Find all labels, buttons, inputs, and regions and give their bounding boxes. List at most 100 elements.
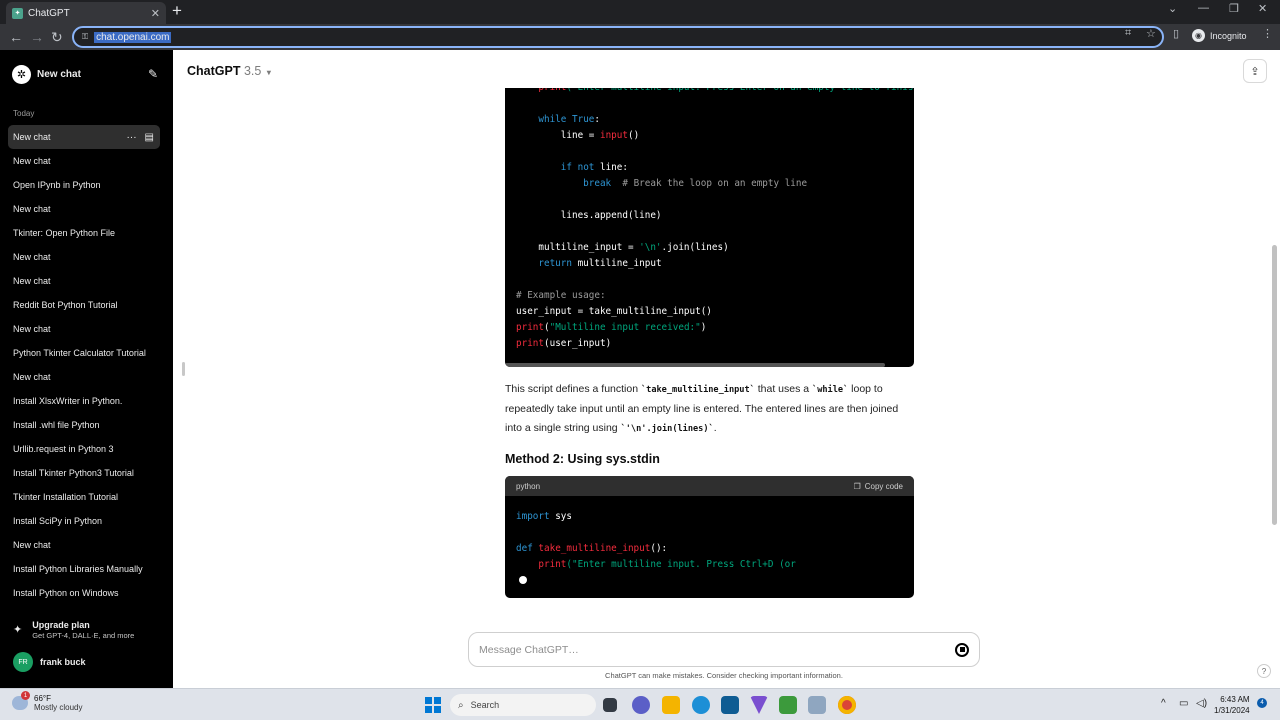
- app-icon[interactable]: [750, 696, 768, 714]
- sidebar-chat-item[interactable]: Install Tkinter Python3 Tutorial: [8, 461, 160, 485]
- sidebar-chat-item[interactable]: Install Python Libraries Manually: [8, 557, 160, 581]
- model-selector[interactable]: ChatGPT 3.5 ▾: [187, 64, 271, 78]
- site-info-icon[interactable]: ⚿: [82, 32, 88, 42]
- sidebar-toggle-handle[interactable]: [182, 362, 185, 376]
- taskbar-search[interactable]: ⌕ Search: [450, 694, 596, 716]
- sidebar-chat-item[interactable]: New chat: [8, 149, 160, 173]
- maximize-button[interactable]: ❐: [1229, 2, 1239, 15]
- network-icon[interactable]: ▭: [1179, 698, 1188, 709]
- chrome-icon[interactable]: [838, 696, 856, 714]
- minimize-button[interactable]: —: [1198, 2, 1209, 14]
- history-section-label: Today: [13, 109, 35, 118]
- start-button[interactable]: [425, 697, 441, 713]
- new-tab-button[interactable]: +: [172, 1, 182, 21]
- notification-badge[interactable]: 4: [1257, 698, 1267, 708]
- sidebar-chat-item[interactable]: Open IPynb in Python: [8, 173, 160, 197]
- back-button[interactable]: ←: [9, 27, 23, 47]
- streaming-cursor: [519, 576, 527, 584]
- weather-condition: Mostly cloudy: [34, 703, 83, 712]
- browser-tab-strip: ✦ ChatGPT ✕ + ⌄ — ❐ ✕: [0, 0, 1280, 24]
- inline-code: `while`: [812, 385, 849, 395]
- volume-icon[interactable]: ◁): [1196, 698, 1207, 709]
- sidebar-chat-item[interactable]: Python Tkinter Calculator Tutorial: [8, 341, 160, 365]
- code-token: sys: [549, 511, 572, 522]
- code-token: if: [560, 162, 572, 173]
- sidebar-chat-item[interactable]: New chat: [8, 317, 160, 341]
- sidebar-chat-item[interactable]: Install SciPy in Python: [8, 509, 160, 533]
- store-icon[interactable]: [721, 696, 739, 714]
- close-window-button[interactable]: ✕: [1258, 2, 1267, 15]
- user-menu[interactable]: FR frank buck: [13, 652, 86, 672]
- sidebar-chat-item[interactable]: Install Python on Windows: [8, 581, 160, 605]
- chat-app-icon[interactable]: [632, 696, 650, 714]
- code-token: input: [599, 130, 628, 141]
- browser-tab[interactable]: ✦ ChatGPT ✕: [6, 2, 166, 24]
- sidebar-chat-label: Reddit Bot Python Tutorial: [13, 300, 118, 310]
- cloud-icon: 1: [12, 691, 30, 710]
- task-view-icon[interactable]: [603, 698, 617, 712]
- code-token: return: [538, 258, 572, 269]
- sidebar-chat-label: Open IPynb in Python: [13, 180, 101, 190]
- sidebar-chat-label: Urllib.request in Python 3: [13, 444, 114, 454]
- copy-code-label: Copy code: [864, 481, 903, 491]
- address-bar[interactable]: ⚿ chat.openai.com: [72, 26, 1164, 48]
- archive-icon[interactable]: ▤: [145, 132, 154, 143]
- bookmark-star-icon[interactable]: ☆: [1146, 27, 1156, 40]
- stop-generating-button[interactable]: [955, 642, 969, 657]
- code-token: "Multiline input received:": [549, 322, 701, 333]
- sidebar-chat-item[interactable]: Install XlsxWriter in Python.: [8, 389, 160, 413]
- copy-code-button[interactable]: ❐ Copy code: [854, 482, 903, 491]
- code-block-header: python ❐ Copy code: [505, 476, 914, 496]
- file-explorer-icon[interactable]: [662, 696, 680, 714]
- sidebar-chat-item[interactable]: New chat: [8, 269, 160, 293]
- sidebar-chat-item[interactable]: New chat: [8, 245, 160, 269]
- sidebar-chat-item[interactable]: New chat: [8, 533, 160, 557]
- sidebar-chat-item[interactable]: Tkinter Installation Tutorial: [8, 485, 160, 509]
- image-editor-icon[interactable]: [779, 696, 797, 714]
- help-button[interactable]: ?: [1257, 664, 1271, 678]
- share-button[interactable]: ⇪: [1243, 59, 1267, 83]
- sidebar-chat-item[interactable]: New chat: [8, 365, 160, 389]
- code-token: ("Enter multiline input. Press Ctrl+D (o…: [566, 559, 796, 570]
- message-input[interactable]: [479, 643, 955, 656]
- side-panel-icon[interactable]: ▯: [1173, 27, 1179, 40]
- code-line: while True:: [516, 112, 914, 128]
- compose-icon[interactable]: ✎: [148, 67, 158, 81]
- reload-button[interactable]: ↻: [51, 27, 63, 47]
- browser-menu-icon[interactable]: ⋮: [1262, 27, 1273, 40]
- close-tab-icon[interactable]: ✕: [151, 7, 160, 20]
- upgrade-plan-button[interactable]: ✦ Upgrade plan Get GPT-4, DALL·E, and mo…: [13, 620, 134, 640]
- sidebar-chat-label: New chat: [13, 372, 51, 382]
- photos-icon[interactable]: [808, 696, 826, 714]
- sidebar-chat-item[interactable]: Install .whl file Python: [8, 413, 160, 437]
- tab-search-icon[interactable]: ⌄: [1168, 2, 1177, 15]
- incognito-indicator[interactable]: ◉ Incognito: [1192, 29, 1247, 42]
- incognito-eye-icon[interactable]: ⌗: [1125, 27, 1131, 40]
- time: 6:43 AM: [1220, 695, 1250, 704]
- windows-logo-icon: [434, 697, 441, 704]
- code-horizontal-scrollbar[interactable]: [505, 363, 885, 367]
- edge-browser-icon[interactable]: [692, 696, 710, 714]
- show-hidden-icons-icon[interactable]: ^: [1161, 698, 1166, 709]
- code-line: print("Enter multiline input. Press Ente…: [516, 88, 914, 96]
- weather-badge: 1: [21, 691, 30, 700]
- forward-button[interactable]: →: [30, 27, 44, 47]
- method-heading: Method 2: Using sys.stdin: [505, 452, 660, 466]
- clock[interactable]: 6:43 AM 1/31/2024: [1214, 694, 1250, 716]
- more-options-icon[interactable]: ···: [127, 132, 137, 143]
- sidebar-chat-item[interactable]: New chat: [8, 197, 160, 221]
- sidebar-chat-item[interactable]: Reddit Bot Python Tutorial: [8, 293, 160, 317]
- sidebar-chat-item[interactable]: Urllib.request in Python 3: [8, 437, 160, 461]
- new-chat-button[interactable]: ✲ New chat ✎: [8, 62, 158, 86]
- sidebar-chat-label: New chat: [13, 540, 51, 550]
- sidebar-chat-item[interactable]: New chat ··· ▤: [8, 125, 160, 149]
- code-token: user_input = take_multiline_input(): [516, 306, 712, 317]
- sidebar-chat-item[interactable]: Tkinter: Open Python File: [8, 221, 160, 245]
- url-text[interactable]: chat.openai.com: [94, 31, 172, 43]
- chat-scrollbar[interactable]: [1272, 245, 1277, 525]
- weather-widget[interactable]: 1 66°F Mostly cloudy: [12, 691, 83, 712]
